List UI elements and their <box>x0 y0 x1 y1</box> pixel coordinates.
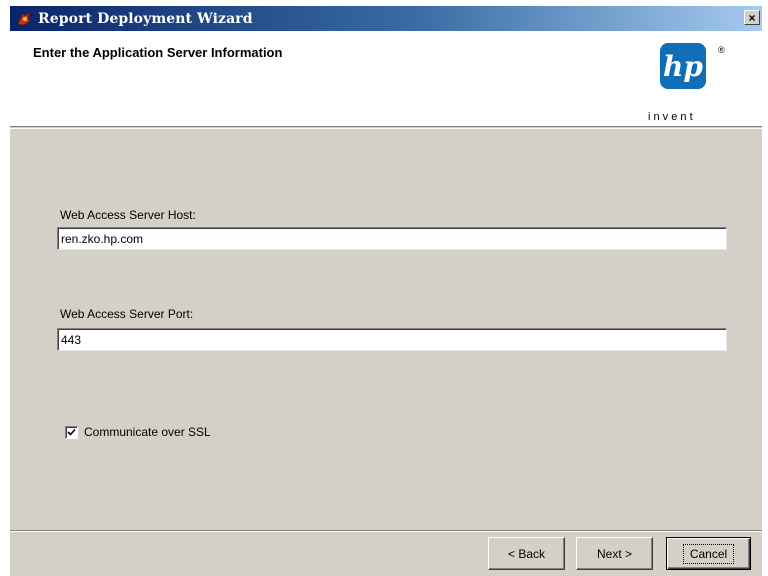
wizard-window: Report Deployment Wizard × Enter the App… <box>10 6 762 576</box>
cancel-button-label: Cancel <box>682 543 735 564</box>
port-input[interactable]: 443 <box>57 328 727 351</box>
next-button[interactable]: Next > <box>576 537 653 570</box>
title-bar[interactable]: Report Deployment Wizard × <box>10 6 762 31</box>
port-label: Web Access Server Port: <box>60 307 194 321</box>
host-input[interactable]: ren.zko.hp.com <box>57 227 727 250</box>
cancel-button[interactable]: Cancel <box>666 537 751 570</box>
port-input-value: 443 <box>61 332 82 347</box>
logo-mark-text: hp <box>663 50 703 83</box>
back-button-label: < Back <box>507 546 546 561</box>
wizard-header: Enter the Application Server Information… <box>10 31 762 127</box>
ssl-option[interactable]: Communicate over SSL <box>65 425 211 439</box>
page-title: Enter the Application Server Information <box>33 45 283 60</box>
header-divider <box>10 128 762 129</box>
ssl-label: Communicate over SSL <box>84 425 211 439</box>
ssl-checkbox[interactable] <box>65 425 78 439</box>
checkmark-icon <box>67 428 76 436</box>
next-button-label: Next > <box>596 546 632 561</box>
hp-logo: hp ® i n v e n t <box>648 43 725 123</box>
back-button[interactable]: < Back <box>488 537 565 570</box>
host-input-value: ren.zko.hp.com <box>61 231 144 246</box>
close-button[interactable]: × <box>744 10 760 25</box>
logo-registered-mark: ® <box>718 45 725 55</box>
logo-tagline: i n v e n t <box>648 111 693 123</box>
footer-divider-highlight <box>10 531 762 532</box>
wizard-app-icon <box>17 11 31 25</box>
close-icon: × <box>748 10 756 25</box>
window-title: Report Deployment Wizard <box>38 10 253 27</box>
host-label: Web Access Server Host: <box>60 208 196 222</box>
